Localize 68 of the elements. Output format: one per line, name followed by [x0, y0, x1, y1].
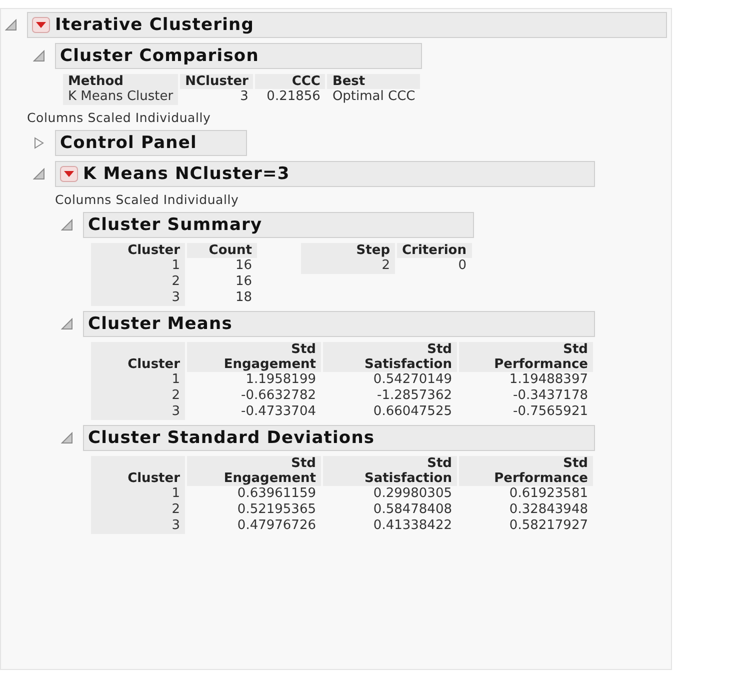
table-cell-text: 0.29980305 [372, 486, 453, 502]
column-header: Std Engagement [187, 456, 321, 486]
table-cell-text: 1.19488397 [508, 372, 589, 388]
table-cell: 2 [91, 502, 185, 518]
column-header: Count [187, 243, 257, 258]
outline-title[interactable]: Cluster Comparison [60, 46, 259, 66]
table-cell: 1 [91, 372, 185, 388]
table-cell-text: 1.1958199 [244, 372, 317, 388]
column-header: Criterion [397, 243, 472, 258]
note-text: Columns Scaled Individually [55, 192, 239, 207]
disclosure-triangle-icon[interactable] [61, 318, 73, 330]
disclosure-triangle-icon[interactable] [33, 137, 45, 149]
table-cell-text: -0.3437178 [512, 388, 589, 404]
disclosure-triangle-icon[interactable] [5, 19, 17, 31]
column-header: Cluster [91, 243, 185, 258]
table-cell: 2 [301, 258, 395, 274]
table-cell: 2 [91, 388, 185, 404]
table-cell-text: 0.63961159 [236, 486, 317, 502]
column-header: Std Satisfaction [323, 342, 457, 372]
outline-title[interactable]: Cluster Summary [88, 215, 262, 235]
column-header: Method [63, 74, 178, 89]
column-header: Cluster [91, 456, 185, 486]
column-header: Std Performance [459, 456, 593, 486]
column-header: Step [301, 243, 395, 258]
outline-title[interactable]: Control Panel [60, 133, 197, 153]
table-cell-text: 0.61923581 [508, 486, 589, 502]
table-cell: 1 [91, 486, 185, 502]
table-cell-text: 0.47976726 [236, 518, 317, 534]
outline-title[interactable]: K Means NCluster=3 [83, 164, 290, 184]
table-cell-text: -0.4733704 [240, 404, 317, 420]
table-cell-text: 0.21856 [266, 89, 322, 105]
outline-title[interactable]: Cluster Standard Deviations [88, 428, 375, 448]
table-cell-text: -0.6632782 [240, 388, 317, 404]
table-cell-text: 0.32843948 [508, 502, 589, 518]
table-cell: K Means Cluster [63, 89, 178, 105]
table-cell-text: 0.52195365 [236, 502, 317, 518]
disclosure-triangle-icon[interactable] [61, 432, 73, 444]
table-cell-text: 0.54270149 [372, 372, 453, 388]
table-cell-text: 0.58478408 [372, 502, 453, 518]
disclosure-triangle-icon[interactable] [61, 219, 73, 231]
outline-title[interactable]: Cluster Means [88, 314, 232, 334]
table-cell-text: 16 [234, 274, 253, 290]
table-cell-text: -0.7565921 [512, 404, 589, 420]
table-cell: 3 [91, 404, 185, 420]
table-cell: 3 [91, 518, 185, 534]
table-cell-text: 18 [234, 290, 253, 306]
table-cell-text: 0.58217927 [508, 518, 589, 534]
column-header: Std Satisfaction [323, 456, 457, 486]
note-text: Columns Scaled Individually [27, 110, 211, 125]
table-cell-text: 0.66047525 [372, 404, 453, 420]
table-cell-text: -1.2857362 [376, 388, 453, 404]
column-header: NCluster [180, 74, 254, 89]
column-header: Best [327, 74, 420, 89]
outline-title[interactable]: Iterative Clustering [55, 15, 254, 35]
table-cell: 1 [91, 258, 185, 274]
disclosure-triangle-icon[interactable] [33, 50, 45, 62]
table-cell-text: 0.41338422 [372, 518, 453, 534]
disclosure-triangle-icon[interactable] [33, 168, 45, 180]
column-header: Std Engagement [187, 342, 321, 372]
table-cell-text: 3 [239, 89, 250, 105]
column-header: CCC [255, 74, 326, 89]
table-cell: 3 [91, 290, 185, 306]
table-cell-text: 16 [234, 258, 253, 274]
table-cell-text: 0 [457, 258, 468, 274]
table-cell-text: Optimal CCC [331, 89, 416, 105]
column-header: Cluster [91, 342, 185, 372]
table-cell: 2 [91, 274, 185, 290]
column-header: Std Performance [459, 342, 593, 372]
